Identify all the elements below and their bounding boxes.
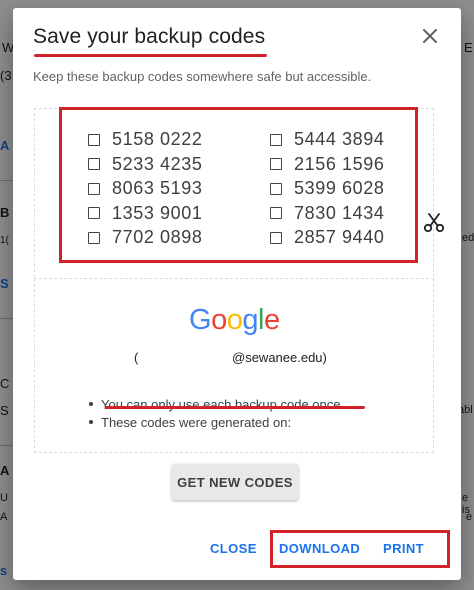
logo-letter: g — [242, 304, 258, 336]
logo-letter: G — [189, 304, 212, 336]
bullet-icon — [89, 402, 93, 406]
download-button[interactable]: DOWNLOAD — [279, 541, 360, 556]
code-checkbox[interactable] — [88, 158, 100, 171]
bullet-icon — [89, 420, 93, 424]
print-button[interactable]: PRINT — [383, 541, 424, 556]
backup-code: 2857 9440 — [294, 227, 385, 248]
code-item: 5444 3894 — [270, 128, 420, 152]
note-text: These codes were generated on: — [101, 414, 292, 430]
dialog-subtitle: Keep these backup codes somewhere safe b… — [33, 69, 372, 84]
google-logo: Google — [189, 304, 280, 337]
codes-highlight-box: 5158 0222 5444 3894 5233 4235 2156 1596 … — [59, 107, 418, 263]
get-new-codes-button[interactable]: GET NEW CODES — [172, 464, 298, 500]
backup-code: 5233 4235 — [112, 153, 203, 174]
dialog-title: Save your backup codes — [33, 25, 266, 48]
notes-list: You can only use each backup code once. … — [89, 395, 344, 431]
close-icon[interactable] — [418, 24, 442, 48]
code-item: 7702 0898 — [88, 226, 270, 250]
code-checkbox[interactable] — [270, 158, 282, 171]
scissors-icon — [423, 212, 445, 234]
code-checkbox[interactable] — [88, 231, 100, 244]
code-checkbox[interactable] — [270, 231, 282, 244]
logo-letter: e — [263, 304, 280, 336]
code-checkbox[interactable] — [88, 133, 100, 146]
backup-code: 1353 9001 — [112, 202, 203, 223]
logo-letter: o — [226, 304, 243, 336]
code-checkbox[interactable] — [270, 182, 282, 195]
close-button[interactable]: CLOSE — [210, 541, 257, 556]
backup-codes-dialog: Save your backup codes Keep these backup… — [13, 8, 461, 580]
backup-codes-list: 5158 0222 5444 3894 5233 4235 2156 1596 … — [88, 128, 420, 250]
backup-code: 8063 5193 — [112, 178, 203, 199]
backup-code: 5444 3894 — [294, 129, 385, 150]
code-item: 8063 5193 — [88, 177, 270, 201]
title-highlight-underline — [34, 54, 267, 57]
backup-code: 5399 6028 — [294, 178, 385, 199]
code-checkbox[interactable] — [88, 207, 100, 220]
backup-code: 7830 1434 — [294, 202, 385, 223]
card-divider — [34, 278, 434, 279]
backup-code: 7702 0898 — [112, 227, 203, 248]
note-text: You can only use each backup code once. — [101, 396, 345, 412]
code-item: 5158 0222 — [88, 128, 270, 152]
code-item: 5233 4235 — [88, 153, 270, 177]
account-email: @sewanee.edu) — [232, 350, 327, 365]
note-highlight-underline — [105, 406, 365, 409]
code-item: 5399 6028 — [270, 177, 420, 201]
code-item: 7830 1434 — [270, 202, 420, 226]
account-open-paren: ( — [134, 350, 139, 365]
backup-code: 5158 0222 — [112, 129, 203, 150]
code-item: 2156 1596 — [270, 153, 420, 177]
code-item: 2857 9440 — [270, 226, 420, 250]
code-checkbox[interactable] — [270, 207, 282, 220]
code-item: 1353 9001 — [88, 202, 270, 226]
code-checkbox[interactable] — [270, 133, 282, 146]
backup-code: 2156 1596 — [294, 153, 385, 174]
code-checkbox[interactable] — [88, 182, 100, 195]
list-item: You can only use each backup code once. — [89, 395, 344, 413]
logo-letter: o — [211, 304, 227, 336]
list-item: These codes were generated on: — [89, 413, 344, 431]
